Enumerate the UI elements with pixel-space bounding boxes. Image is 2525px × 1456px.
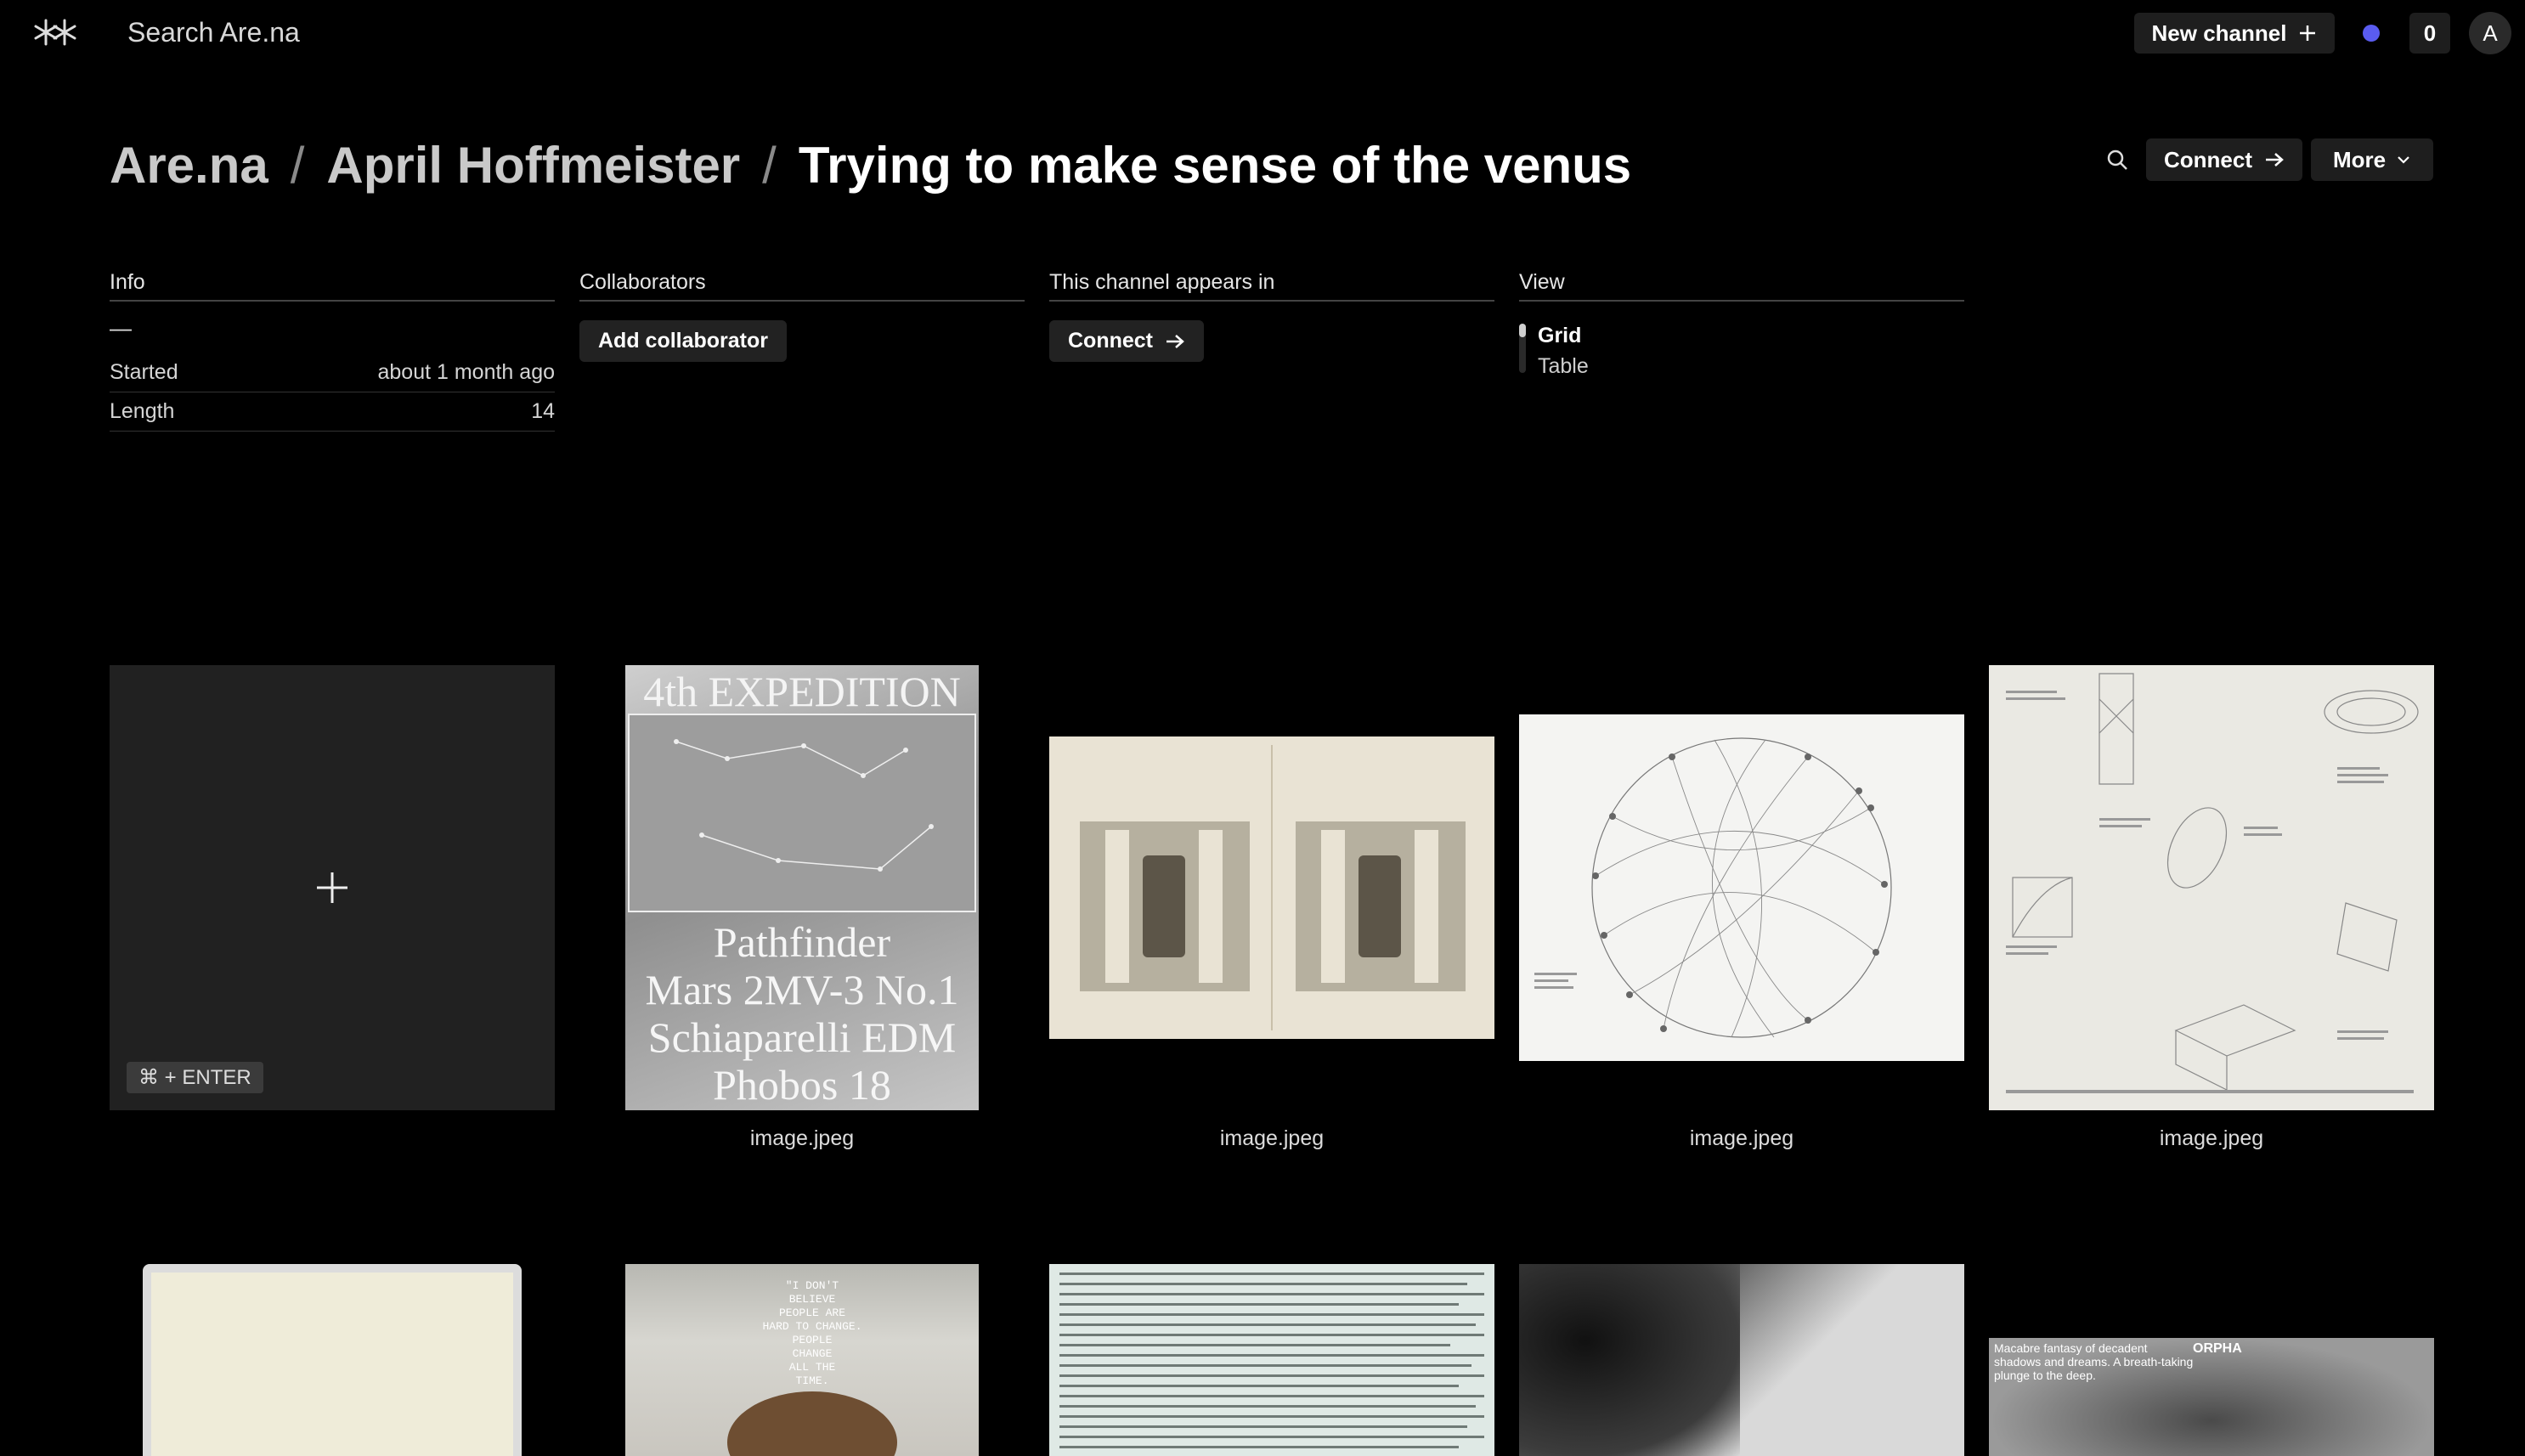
connect-channel-button[interactable]: Connect <box>1049 320 1204 362</box>
block-image[interactable] <box>1519 1264 1964 1456</box>
paper-image <box>151 1273 513 1456</box>
connect-channel-label: Connect <box>1068 329 1153 353</box>
cover-line: Macabre fantasy of decadent <box>1994 1341 2148 1355</box>
block-caption: image.jpeg <box>749 1126 855 1150</box>
add-collaborator-button[interactable]: Add collaborator <box>579 320 788 362</box>
network-diagram-image <box>1534 737 1892 1038</box>
quote-line: BELIEVE <box>788 1293 836 1306</box>
status-dot[interactable] <box>2363 25 2380 42</box>
poster-line: Phobos 18 <box>713 1061 891 1109</box>
avatar[interactable]: A <box>2469 12 2511 54</box>
notification-count[interactable]: 0 <box>2409 13 2450 54</box>
quote-text: "I DON'T BELIEVE PEOPLE ARE HARD TO CHAN… <box>727 1279 897 1388</box>
block-image[interactable] <box>143 1264 522 1456</box>
block-caption: image.jpeg <box>1689 1126 1794 1150</box>
poster-line: Mars 2MV-3 No.1 <box>645 966 959 1013</box>
view-option-grid[interactable]: Grid <box>1538 320 1964 351</box>
plus-icon <box>2300 25 2316 41</box>
breadcrumb-user[interactable]: April Hoffmeister <box>326 136 740 195</box>
block-caption: image.jpeg <box>1219 1126 1325 1150</box>
more-button[interactable]: More <box>2311 138 2433 181</box>
collaborators-heading: Collaborators <box>579 270 1025 302</box>
text-page-image <box>1059 1273 1484 1448</box>
cover-line: plunge to the deep. <box>1994 1369 2096 1382</box>
quote-line: TIME. <box>795 1374 829 1387</box>
quote-line: HARD TO CHANGE. <box>762 1320 862 1333</box>
quote-line: PEOPLE ARE <box>778 1306 845 1319</box>
poster-line: Pathfinder <box>713 918 891 966</box>
block-image[interactable] <box>1989 665 2434 1110</box>
breadcrumb-separator: / <box>290 137 305 194</box>
add-block-tile[interactable]: ⌘ + ENTER <box>110 665 555 1110</box>
arrow-right-icon <box>2266 153 2284 166</box>
quote-line: ALL THE <box>788 1361 836 1374</box>
poster-text: Pathfinder Mars 2MV-3 No.1 Schiaparelli … <box>625 918 979 1109</box>
arrow-right-icon <box>1166 334 1184 348</box>
appears-in-panel: This channel appears in Connect <box>1049 270 1494 362</box>
collaborators-panel: Collaborators Add collaborator <box>579 270 1025 362</box>
chevron-down-icon <box>2398 156 2409 164</box>
breadcrumb-separator: / <box>762 137 777 194</box>
info-panel: Info — Started about 1 month ago Length … <box>110 270 555 432</box>
quote-line: PEOPLE <box>792 1334 833 1346</box>
search-icon[interactable] <box>2105 148 2129 172</box>
keyboard-shortcut-badge: ⌘ + ENTER <box>127 1062 263 1093</box>
meta-row-length: Length 14 <box>110 392 555 432</box>
block-image[interactable]: Macabre fantasy of decadent shadows and … <box>1989 1338 2434 1456</box>
breadcrumb: Are.na / April Hoffmeister / Trying to m… <box>110 136 1631 195</box>
view-indicator <box>1519 324 1526 337</box>
new-channel-label: New channel <box>2151 20 2287 46</box>
info-heading: Info <box>110 270 555 302</box>
view-switcher[interactable]: Grid Table <box>1519 320 1964 381</box>
block-caption: image.jpeg <box>2159 1126 2264 1150</box>
search-input[interactable]: Search Are.na <box>127 17 300 48</box>
meta-label: Length <box>110 399 175 423</box>
new-channel-button[interactable]: New channel <box>2134 13 2335 54</box>
poster-heading: 4th EXPEDITION <box>643 668 961 715</box>
cover-blurb: Macabre fantasy of decadent shadows and … <box>1994 1341 2193 1382</box>
book-image <box>1049 736 1494 1039</box>
quote-line: "I DON'T <box>785 1279 839 1292</box>
top-bar: Search Are.na New channel 0 A <box>0 0 2525 65</box>
page-title: Trying to make sense of the venus <box>798 137 1632 194</box>
poster-line: Schiaparelli EDM <box>647 1013 957 1061</box>
channel-description: — <box>110 315 132 341</box>
block-image[interactable] <box>1519 714 1964 1061</box>
quote-line: CHANGE <box>792 1347 833 1360</box>
view-heading: View <box>1519 270 1964 302</box>
connect-label: Connect <box>2164 146 2252 172</box>
plus-icon <box>317 872 347 903</box>
block-image[interactable] <box>1049 1264 1494 1456</box>
meta-label: Started <box>110 360 178 384</box>
connect-button[interactable]: Connect <box>2146 138 2302 181</box>
more-label: More <box>2332 146 2387 172</box>
add-collaborator-label: Add collaborator <box>598 329 769 353</box>
meta-row-started: Started about 1 month ago <box>110 353 555 392</box>
cover-title: ORPHA <box>2193 1341 2242 1356</box>
block-image[interactable] <box>1049 736 1494 1039</box>
block-image[interactable]: 4th EXPEDITION Pathfinder Mars 2MV-3 No.… <box>625 665 979 1110</box>
view-option-table[interactable]: Table <box>1538 351 1964 381</box>
meta-value: about 1 month ago <box>377 360 556 384</box>
cover-line: shadows and dreams. A breath-taking <box>1994 1355 2194 1369</box>
block-image[interactable]: "I DON'T BELIEVE PEOPLE ARE HARD TO CHAN… <box>625 1264 979 1456</box>
arena-logo-icon[interactable] <box>32 17 78 48</box>
rock-image <box>727 1391 897 1456</box>
architecture-sheet-image <box>1989 665 2434 1110</box>
breadcrumb-root[interactable]: Are.na <box>110 136 268 195</box>
view-panel: View Grid Table <box>1519 270 1964 381</box>
portrait-image <box>1519 1264 1740 1456</box>
appears-in-heading: This channel appears in <box>1049 270 1494 302</box>
meta-value: 14 <box>531 399 555 423</box>
